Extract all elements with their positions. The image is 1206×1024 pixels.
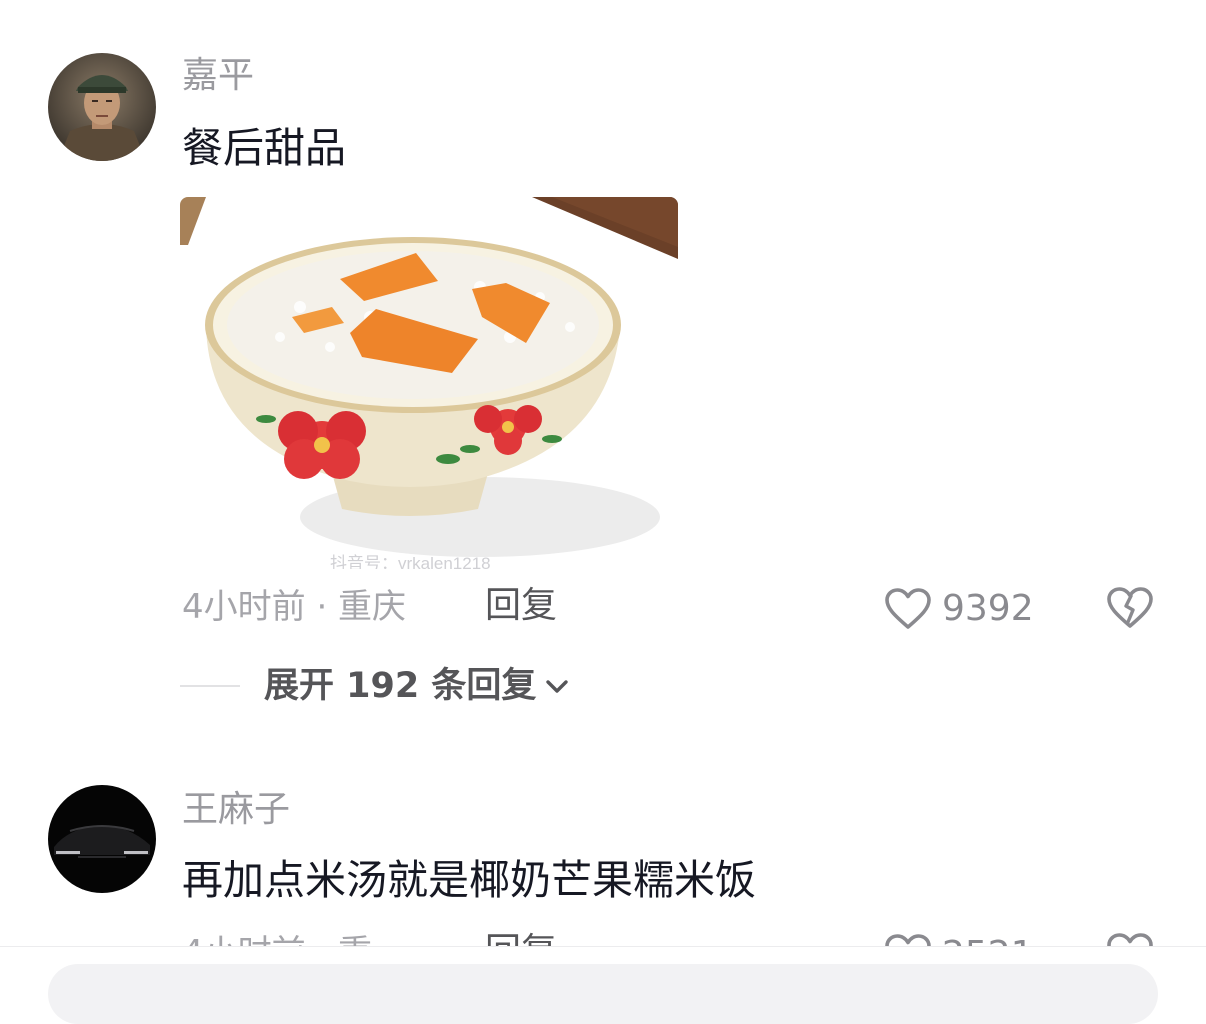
avatar-image: [48, 785, 156, 893]
comment-text: 餐后甜品: [182, 124, 346, 172]
user-avatar[interactable]: [48, 785, 156, 893]
expand-replies-button[interactable]: 展开 192 条回复: [180, 663, 570, 709]
dislike-button[interactable]: [1105, 584, 1155, 634]
comment-meta-row-clipped: 4小时前 · 重 回复 2521: [0, 930, 1206, 946]
comment-meta-row: 4小时前 · 重 回复 2521: [0, 930, 1206, 946]
expand-divider: [180, 685, 240, 687]
broken-heart-icon: [1107, 933, 1153, 946]
comment-username[interactable]: 王麻子: [182, 792, 290, 828]
comment-time-location: 4小时前 · 重: [182, 936, 372, 946]
comment-time-location: 4小时前 · 重庆: [182, 587, 407, 627]
chevron-down-icon: [546, 680, 569, 693]
reply-button[interactable]: 回复: [485, 934, 557, 947]
comment-meta-row: 4小时前 · 重庆 回复 9392: [0, 584, 1206, 634]
heart-outline-icon: [885, 588, 931, 629]
broken-heart-icon: [1107, 587, 1153, 628]
comment-item: 嘉平 餐后甜品 抖音号：vrkalen1218 4小时前 · 重庆 回复 939…: [0, 0, 1206, 740]
user-avatar[interactable]: [48, 53, 156, 161]
comment-image[interactable]: 抖音号：vrkalen1218: [180, 197, 678, 569]
like-button[interactable]: 2521: [884, 930, 1034, 946]
like-button[interactable]: 9392: [884, 584, 1034, 634]
porridge-bowl-image: 抖音号：vrkalen1218: [180, 197, 678, 569]
like-count: 2521: [942, 937, 1034, 947]
avatar-image: [48, 53, 156, 161]
comment-text: 再加点米汤就是椰奶芒果糯米饭: [182, 856, 756, 904]
comment-input[interactable]: [48, 964, 1158, 1024]
reply-button[interactable]: 回复: [485, 588, 557, 624]
comment-username[interactable]: 嘉平: [182, 58, 254, 94]
like-count: 9392: [942, 588, 1034, 629]
image-watermark: 抖音号：vrkalen1218: [330, 554, 491, 569]
dislike-button[interactable]: [1105, 930, 1155, 946]
comment-item: 王麻子 再加点米汤就是椰奶芒果糯米饭: [0, 740, 1206, 940]
heart-outline-icon: [885, 934, 931, 946]
expand-replies-label: 展开 192 条回复: [264, 665, 537, 706]
